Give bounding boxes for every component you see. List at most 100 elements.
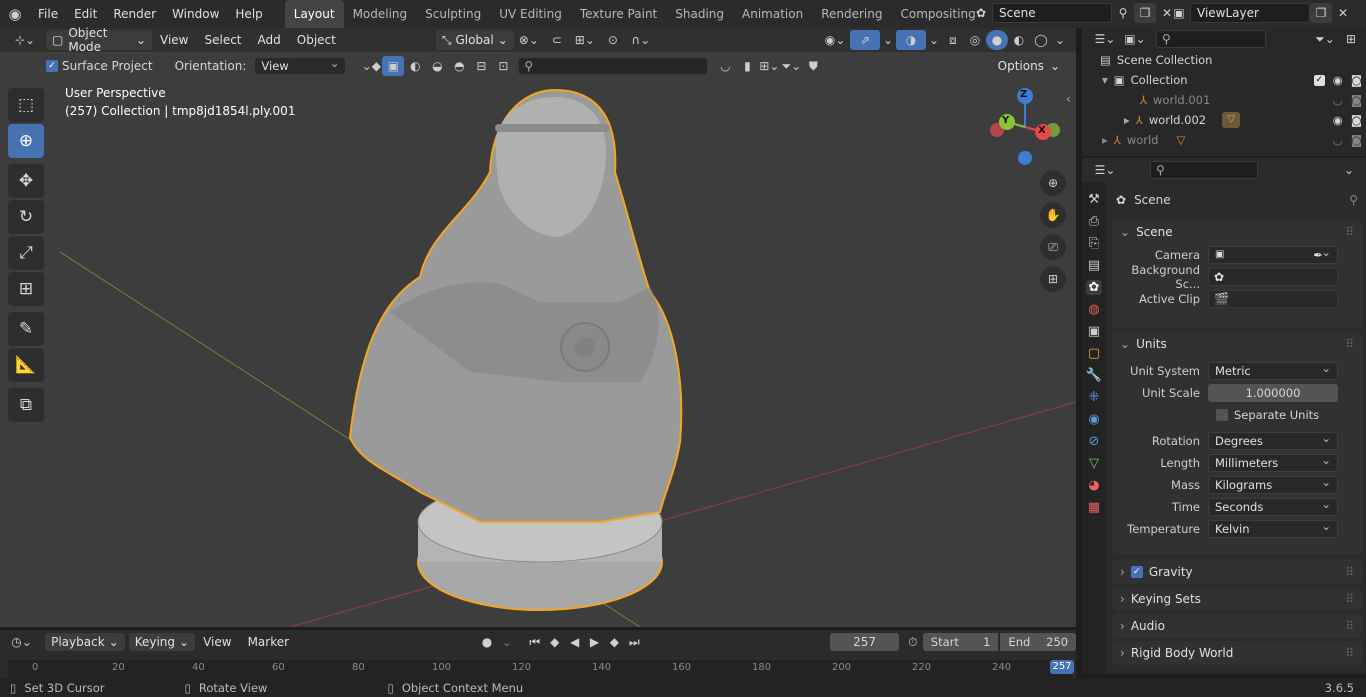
scene-tab-icon[interactable]: ✿ [1085,280,1103,295]
timeline-menu-view[interactable]: View [195,630,239,654]
layout-icon[interactable]: ⊞⌄ [758,56,780,76]
scale-tool-icon[interactable]: ⤢ [8,236,44,270]
tab-rendering[interactable]: Rendering [812,0,891,28]
play-icon[interactable]: ▶ [585,632,605,652]
prev-keyframe-icon[interactable]: ◆ [545,632,565,652]
chevron-down-icon[interactable]: ⌄ [1052,30,1068,50]
view-layer-tab-icon[interactable]: ▤ [1088,258,1100,273]
vp-menu-select[interactable]: Select [196,28,249,52]
units-panel-header[interactable]: ⌄ Units ⠿ [1112,332,1362,356]
measure-tool-icon[interactable]: 📐 [8,348,44,382]
snap-target-icon[interactable]: ⊞⌄ [570,30,600,50]
keying-menu[interactable]: Keying ⌄ [128,633,196,651]
outliner-row-collection[interactable]: ▾ ▣ Collection ✓ ◉ ◙ [1082,70,1366,90]
select-box-tool-icon[interactable]: ⬚ [8,88,44,122]
pivot-point-icon[interactable]: ⊗⌄ [514,30,544,50]
tab-shading[interactable]: Shading [666,0,733,28]
background-scene-field[interactable]: ✿ [1208,268,1338,286]
temperature-dropdown[interactable]: Kelvin [1208,518,1338,538]
editor-type-icon[interactable]: ⊹⌄ [8,30,42,50]
expand-arrow-icon[interactable]: ▸ [1124,113,1130,127]
cursor-tool-icon[interactable]: ⊕ [8,124,44,158]
move-tool-icon[interactable]: ✥ [8,164,44,198]
camera-icon[interactable]: ◙ [1351,93,1362,107]
timeline-menu-marker[interactable]: Marker [240,630,297,654]
hidden-eye-icon[interactable]: ◡ [1333,93,1343,107]
jump-start-icon[interactable]: ⏮ [525,632,545,652]
new-scene-icon[interactable]: ❐ [1134,3,1156,23]
new-collection-icon[interactable]: ⊞ [1340,29,1362,49]
audio-panel[interactable]: › Audio ⠿ [1112,614,1362,638]
volume-icon[interactable]: ⊡ [492,56,514,76]
camera-icon[interactable]: ◙ [1351,133,1362,147]
gravity-checkbox[interactable]: ✓ [1130,566,1143,578]
playhead-indicator[interactable]: 257 [1050,660,1074,674]
current-frame-field[interactable]: 257 [830,633,899,651]
material-shading-icon[interactable]: ◐ [1008,30,1030,50]
remove-view-layer-icon[interactable]: ✕ [1332,3,1354,23]
camera-view-icon[interactable]: ⎚ [1040,234,1066,260]
rotation-dropdown[interactable]: Degrees [1208,430,1338,450]
chevron-down-icon[interactable]: ⌄ [926,30,942,50]
properties-type-icon[interactable]: ☰⌄ [1090,160,1120,180]
tab-uv-editing[interactable]: UV Editing [490,0,571,28]
unit-system-dropdown[interactable]: Metric [1208,360,1338,380]
transform-orientation-dropdown[interactable]: ⤡ Global ⌄ [435,30,514,50]
jump-end-icon[interactable]: ⏭ [624,632,644,652]
solid-shading-icon[interactable]: ● [986,30,1008,50]
zoom-icon[interactable]: ⊕ [1040,170,1066,196]
bookmark-icon[interactable]: ▮ [736,56,758,76]
modifier-tab-icon[interactable]: 🔧 [1086,368,1102,383]
render-tab-icon[interactable]: ⎙ [1089,214,1099,229]
chevron-down-icon[interactable]: ⌄ [1338,160,1360,180]
unit-scale-field[interactable]: 1.000000 [1208,384,1338,402]
snap-icon[interactable]: ⊂ [544,30,570,50]
active-clip-field[interactable]: 🎬 [1208,290,1338,308]
outliner-row-scene-collection[interactable]: ▤ Scene Collection [1082,50,1366,70]
chevron-down-icon[interactable]: ⌄ [880,30,896,50]
preview-range-icon[interactable]: ⏱ [903,632,923,652]
bust-model[interactable] [348,88,683,611]
physics-tab-icon[interactable]: ◉ [1088,412,1099,427]
tool-tab-icon[interactable]: ⚒ [1088,192,1100,207]
xray-icon[interactable]: ⧈ [942,30,964,50]
rendered-shading-icon[interactable]: ◯ [1030,30,1052,50]
drag-handle-icon[interactable]: ⠿ [1345,614,1354,638]
3d-viewport[interactable]: User Perspective (257) Collection | tmp8… [0,52,1076,627]
length-dropdown[interactable]: Millimeters [1208,452,1338,472]
camera-field[interactable]: ▣ ✒ [1208,244,1338,264]
options-dropdown[interactable]: Options ⌄ [989,56,1068,76]
vp-menu-view[interactable]: View [152,28,196,52]
eye-icon[interactable]: ◉ [1333,113,1343,127]
camera-icon[interactable]: ◙ [1351,73,1362,87]
drag-handle-icon[interactable]: ⠿ [1345,220,1354,244]
new-view-layer-icon[interactable]: ❐ [1310,3,1332,23]
perspective-grid-icon[interactable]: ⊞ [1040,266,1066,292]
menu-window[interactable]: Window [164,0,227,28]
mesh-data-icon[interactable]: ▽ [1222,112,1241,128]
world-tab-icon[interactable]: ◍ [1088,302,1099,317]
expand-arrow-icon[interactable]: ▸ [1102,133,1108,147]
shield-icon[interactable]: ⛊ [802,56,824,76]
filter-icon[interactable]: ⏷⌄ [1310,29,1340,49]
time-dropdown[interactable]: Seconds [1208,496,1338,516]
particles-tab-icon[interactable]: ⁜ [1089,390,1100,405]
visibility-eye-icon[interactable]: ◉⌄ [820,30,850,50]
vertex-icon[interactable]: ⊟ [470,56,492,76]
tab-texture-paint[interactable]: Texture Paint [571,0,666,28]
eye-icon[interactable]: ◉ [1333,73,1343,87]
vp-menu-add[interactable]: Add [250,28,289,52]
filter-icon[interactable]: ⏷⌄ [780,56,802,76]
falloff-icon[interactable]: ∩⌄ [626,30,656,50]
keyframe-icon[interactable]: ◡ [714,56,736,76]
proportional-editing-icon[interactable]: ⊙ [600,30,626,50]
hidden-eye-icon[interactable]: ◡ [1333,133,1343,147]
outliner-row-world[interactable]: ▸ ⅄ world ▽ ◡ ◙ [1082,130,1366,150]
output-tab-icon[interactable]: ⎘ [1089,236,1099,251]
tab-modeling[interactable]: Modeling [344,0,417,28]
navigation-gizmo[interactable]: Z X Y [985,82,1065,172]
blender-logo-icon[interactable]: ◉ [0,4,30,24]
vp-menu-object[interactable]: Object [289,28,344,52]
select-box-icon[interactable]: ▣ [382,56,405,76]
drag-handle-icon[interactable]: ⠿ [1345,332,1354,356]
